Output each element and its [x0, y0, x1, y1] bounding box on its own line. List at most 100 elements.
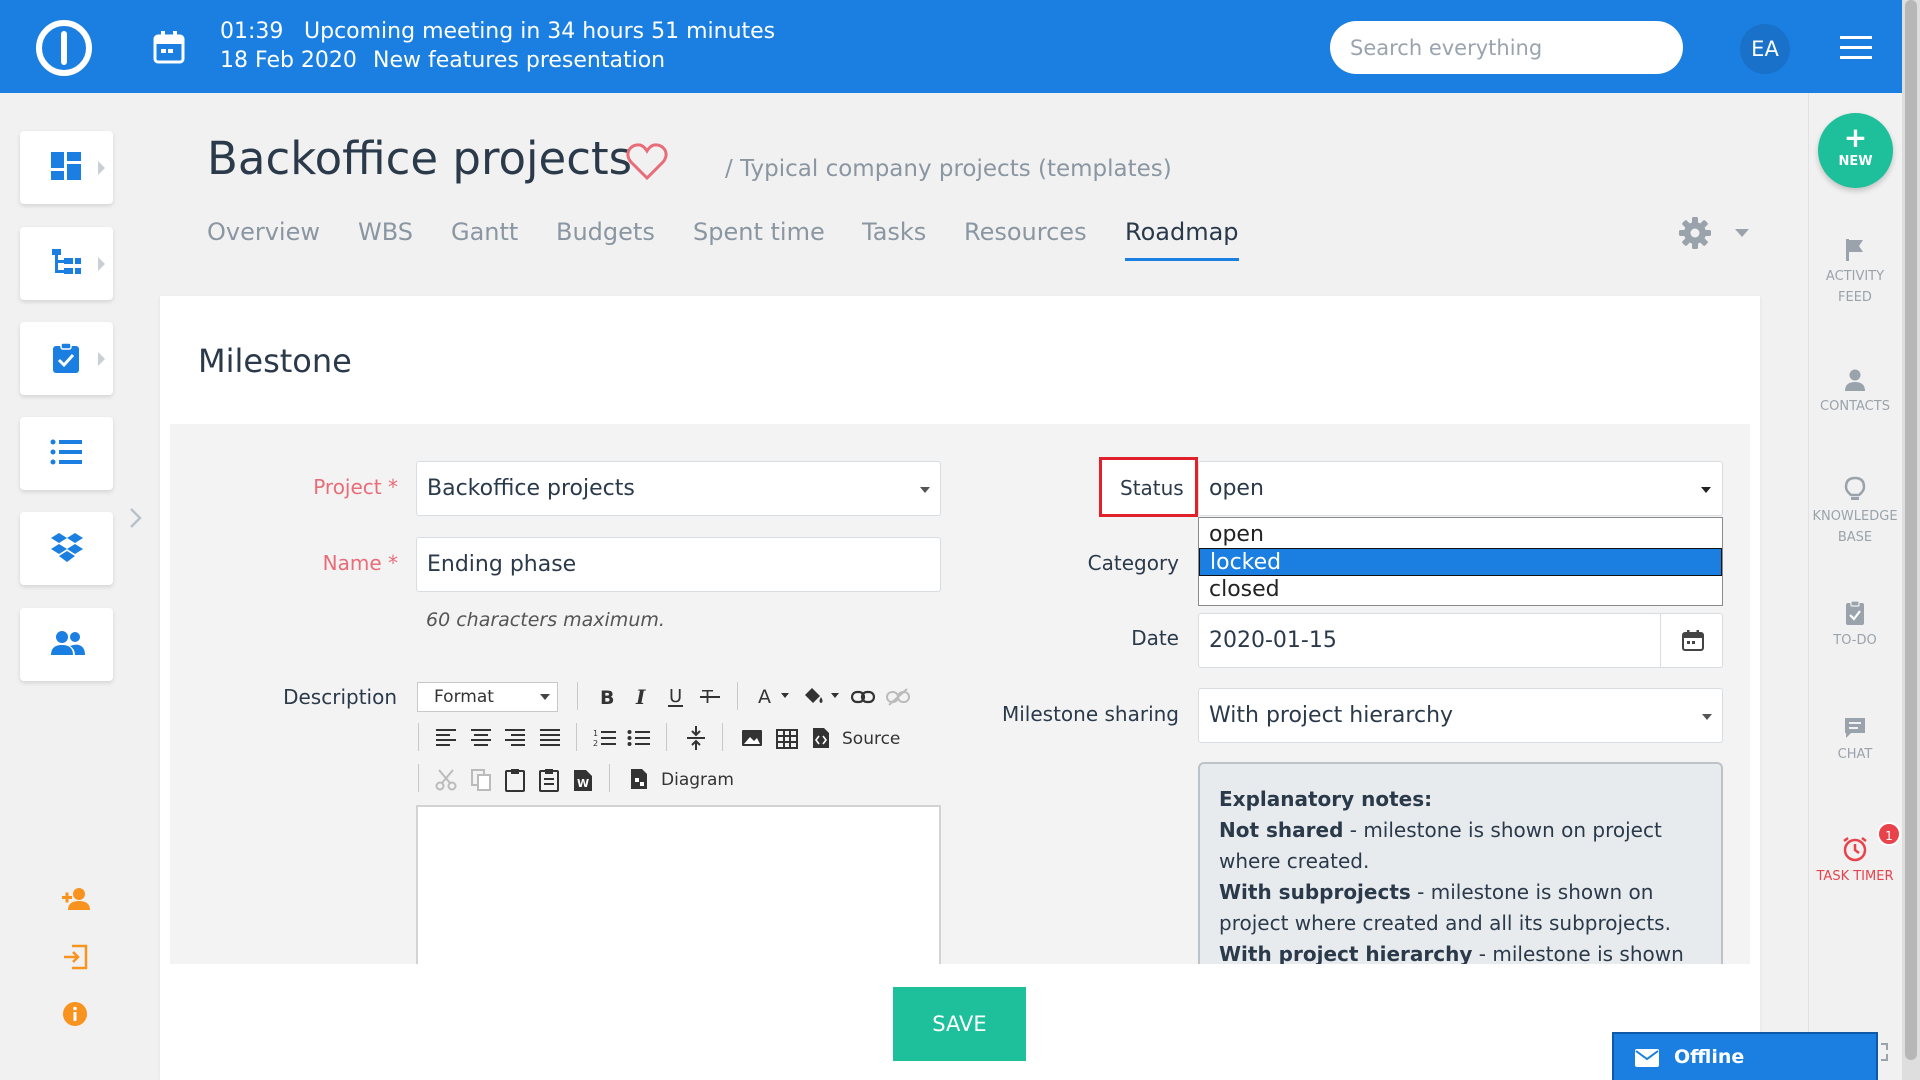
rail-item-chat[interactable]: CHAT	[1808, 716, 1902, 765]
toolbar-separator	[609, 764, 610, 792]
sharing-select-value: With project hierarchy	[1209, 703, 1454, 728]
new-button[interactable]: + NEW	[1818, 113, 1893, 188]
svg-text:A: A	[758, 686, 771, 707]
rail-label: CHAT	[1837, 747, 1873, 762]
tab-roadmap[interactable]: Roadmap	[1125, 218, 1239, 261]
tab-overview[interactable]: Overview	[207, 218, 320, 246]
align-left-icon[interactable]	[435, 728, 457, 748]
chat-icon	[1845, 718, 1865, 738]
scrollbar-thumb[interactable]	[1905, 0, 1917, 1060]
table-icon[interactable]	[776, 729, 798, 749]
expand-icon[interactable]	[1879, 1042, 1893, 1062]
tab-gantt[interactable]: Gantt	[451, 218, 518, 246]
search-input[interactable]	[1330, 21, 1683, 74]
diagram-button[interactable]: Diagram	[661, 770, 734, 790]
align-right-icon[interactable]	[504, 728, 526, 748]
unlink-icon[interactable]	[886, 688, 910, 706]
svg-text:1: 1	[593, 729, 598, 738]
sidebar-item-list[interactable]	[20, 417, 113, 490]
calendar-icon[interactable]	[153, 30, 185, 64]
rail-item-todo[interactable]: TO-DO	[1808, 600, 1902, 651]
upcoming-meeting[interactable]: 01:39 Upcoming meeting in 34 hours 51 min…	[220, 19, 775, 44]
project-select[interactable]: Backoffice projects	[416, 461, 941, 516]
status-label: Status	[1120, 476, 1184, 500]
sidebar-item-dropbox[interactable]	[20, 512, 113, 585]
diagram-icon[interactable]	[629, 768, 649, 790]
tab-spent-time[interactable]: Spent time	[693, 218, 825, 246]
info-icon[interactable]	[62, 1001, 88, 1027]
chat-widget[interactable]: Offline	[1612, 1032, 1878, 1080]
tab-wbs[interactable]: WBS	[358, 218, 413, 246]
format-dropdown[interactable]: Format	[417, 682, 558, 712]
favorite-heart-icon[interactable]	[626, 143, 668, 181]
bullet-list-icon[interactable]	[627, 728, 651, 748]
rail-item-contacts[interactable]: CONTACTS	[1808, 368, 1902, 417]
background-color-icon[interactable]	[802, 685, 842, 707]
align-center-icon[interactable]	[470, 728, 492, 748]
chevron-right-icon[interactable]	[128, 506, 144, 530]
strikethrough-icon[interactable]: T	[699, 686, 721, 708]
app-logo-icon[interactable]	[36, 20, 92, 76]
category-label: Category	[1087, 551, 1179, 575]
sharing-select[interactable]: With project hierarchy	[1198, 688, 1723, 743]
rail-label: BASE	[1837, 530, 1873, 545]
tab-resources[interactable]: Resources	[964, 218, 1087, 246]
sidebar-item-tasks[interactable]	[20, 322, 113, 395]
sidebar-item-projects[interactable]	[20, 227, 113, 300]
align-justify-icon[interactable]	[539, 728, 561, 748]
text-color-icon[interactable]: A	[757, 685, 791, 707]
paste-icon[interactable]	[504, 768, 526, 792]
paste-word-icon[interactable]: W	[572, 768, 594, 792]
rail-item-activity-feed[interactable]: ACTIVITY FEED	[1808, 238, 1902, 308]
rail-label: ACTIVITY	[1825, 269, 1885, 284]
status-select[interactable]: open	[1198, 461, 1723, 516]
source-button[interactable]: Source	[842, 729, 900, 749]
top-bar: 01:39 Upcoming meeting in 34 hours 51 min…	[0, 0, 1902, 93]
tab-tasks[interactable]: Tasks	[862, 218, 926, 246]
paste-text-icon[interactable]	[538, 768, 560, 792]
description-editor[interactable]	[416, 805, 941, 964]
breadcrumb[interactable]: / Typical company projects (templates)	[725, 156, 1172, 182]
italic-icon[interactable]: I	[633, 687, 651, 707]
cut-icon[interactable]	[435, 769, 457, 791]
avatar[interactable]: EA	[1740, 24, 1790, 74]
notes-term: Not shared	[1219, 818, 1344, 842]
sharing-label: Milestone sharing	[1001, 702, 1179, 726]
status-option-closed[interactable]: closed	[1199, 576, 1722, 604]
sidebar-item-users[interactable]	[20, 608, 113, 681]
upcoming-meeting-details[interactable]: 18 Feb 2020 New features presentation	[220, 48, 665, 73]
toolbar-separator	[577, 682, 578, 710]
toolbar-separator	[737, 682, 738, 710]
menu-icon[interactable]	[1840, 36, 1872, 60]
bold-icon[interactable]: B	[598, 687, 616, 707]
page-scrollbar[interactable]	[1902, 0, 1920, 1080]
calendar-icon	[1682, 630, 1704, 651]
horizontal-rule-icon[interactable]	[686, 725, 706, 751]
sign-in-icon[interactable]	[62, 944, 90, 970]
toolbar-separator	[722, 723, 723, 751]
name-field[interactable]: Ending phase	[416, 537, 941, 592]
copy-icon[interactable]	[470, 768, 492, 792]
numbered-list-icon[interactable]: 12	[593, 728, 617, 748]
date-field[interactable]: 2020-01-15	[1198, 613, 1723, 668]
underline-icon[interactable]: U	[666, 686, 686, 708]
date-picker-button[interactable]	[1660, 613, 1723, 667]
clipboard-check-icon	[53, 342, 79, 373]
link-icon[interactable]	[851, 688, 875, 706]
tab-budgets[interactable]: Budgets	[556, 218, 655, 246]
add-user-icon[interactable]	[62, 887, 92, 911]
sidebar-item-dashboard[interactable]	[20, 131, 113, 204]
chevron-down-icon	[1701, 487, 1711, 493]
rail-item-knowledge-base[interactable]: KNOWLEDGE BASE	[1808, 476, 1902, 548]
status-option-open[interactable]: open	[1199, 521, 1722, 549]
toolbar-separator	[418, 764, 419, 792]
expand-arrow-icon	[98, 161, 105, 175]
save-button[interactable]: SAVE	[893, 987, 1026, 1061]
image-icon[interactable]	[741, 729, 763, 747]
svg-text:W: W	[577, 777, 589, 790]
source-code-icon[interactable]	[811, 727, 831, 749]
settings-gear-icon[interactable]	[1679, 217, 1711, 249]
chevron-down-icon[interactable]	[1735, 229, 1749, 237]
status-option-locked[interactable]: locked	[1199, 548, 1722, 576]
svg-text:I: I	[635, 687, 646, 707]
